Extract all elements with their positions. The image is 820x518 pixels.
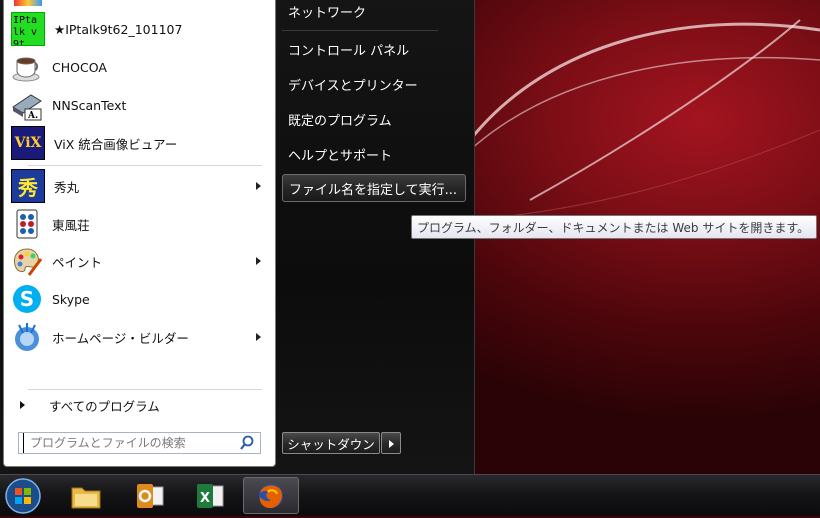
- taskbar-outlook-button[interactable]: [122, 477, 178, 514]
- all-programs-button[interactable]: すべてのプログラム: [14, 394, 264, 416]
- svg-text:S: S: [20, 287, 34, 311]
- program-item-hidemaru[interactable]: 秀 秀丸: [7, 168, 271, 204]
- submenu-arrow-icon: [256, 257, 261, 265]
- iptalk-icon: IPtalk v 9t: [11, 12, 45, 46]
- program-label: ホームページ・ビルダー: [52, 330, 189, 346]
- program-item-skype[interactable]: S Skype: [7, 281, 271, 317]
- all-programs-label: すべてのプログラム: [49, 398, 160, 414]
- program-label: NNScanText: [52, 97, 127, 113]
- network-link[interactable]: ネットワーク: [288, 2, 366, 21]
- program-list-pane: IPtalk v 9t ★IPtalk9t62_101107 CHOCOA A.…: [3, 0, 276, 467]
- hidemaru-icon: 秀: [11, 169, 45, 203]
- run-button[interactable]: ファイル名を指定して実行...: [282, 174, 466, 202]
- search-icon[interactable]: [238, 434, 256, 452]
- help-support-link[interactable]: ヘルプとサポート: [288, 145, 392, 164]
- program-label: 秀丸: [54, 179, 80, 195]
- svg-text:X: X: [200, 491, 210, 506]
- program-item-iptalk[interactable]: IPtalk v 9t ★IPtalk9t62_101107: [7, 11, 271, 47]
- search-box[interactable]: [18, 432, 261, 454]
- program-label: Skype: [52, 291, 90, 307]
- program-item-tonpuso[interactable]: 東風荘: [7, 206, 271, 242]
- program-label: ペイント: [52, 254, 103, 270]
- shutdown-button[interactable]: シャットダウン: [282, 432, 380, 454]
- run-tooltip: プログラム、フォルダー、ドキュメントまたは Web サイトを開きます。: [411, 215, 817, 239]
- right-pane-divider: [282, 30, 438, 31]
- program-label: CHOCOA: [52, 59, 107, 75]
- paint-palette-icon: [11, 245, 43, 277]
- folder-icon: [71, 487, 101, 508]
- taskbar-explorer-button[interactable]: [58, 477, 114, 514]
- start-menu: IPtalk v 9t ★IPtalk9t62_101107 CHOCOA A.…: [0, 0, 475, 474]
- taskbar-firefox-button[interactable]: [243, 477, 299, 514]
- firefox-icon: [259, 483, 283, 508]
- program-label: ViX 統合画像ビュアー: [54, 136, 178, 152]
- vix-icon: ViX: [11, 126, 45, 160]
- program-item-nnscantext[interactable]: A. NNScanText: [7, 87, 271, 123]
- default-programs-link[interactable]: 既定のプログラム: [288, 110, 392, 129]
- vix-icon-text: ViX: [14, 135, 42, 151]
- partial-program-icon: [14, 0, 42, 6]
- outlook-icon: [137, 483, 164, 508]
- taskbar-excel-button[interactable]: X: [182, 477, 238, 514]
- program-item-chocoa[interactable]: CHOCOA: [7, 49, 271, 85]
- svg-text:A.: A.: [27, 111, 38, 121]
- taskbar: X: [0, 474, 820, 516]
- all-programs-divider: [28, 389, 262, 390]
- iptalk-icon-text: IPtalk v 9t: [13, 15, 38, 46]
- scanner-icon: A.: [11, 89, 43, 121]
- hidemaru-icon-text: 秀: [18, 175, 38, 200]
- mahjong-tile-icon: [11, 208, 43, 240]
- skype-icon: S: [11, 283, 43, 315]
- program-item-homepage-builder[interactable]: ホームページ・ビルダー: [7, 319, 271, 355]
- program-list-divider: [28, 165, 262, 166]
- shutdown-options-arrow-icon[interactable]: [381, 432, 401, 454]
- program-item-vix[interactable]: ViX ViX 統合画像ビュアー: [7, 125, 271, 161]
- wallpaper-swoosh: [470, 19, 820, 221]
- excel-icon: X: [197, 483, 224, 508]
- submenu-arrow-icon: [256, 333, 261, 341]
- run-label: ファイル名を指定して実行...: [289, 182, 458, 198]
- start-orb-icon[interactable]: [4, 477, 42, 515]
- control-panel-link[interactable]: コントロール パネル: [288, 40, 409, 59]
- program-label: 東風荘: [52, 217, 90, 233]
- program-item-paint[interactable]: ペイント: [7, 243, 271, 279]
- expand-arrow-icon: [20, 401, 25, 409]
- submenu-arrow-icon: [256, 182, 261, 190]
- search-input[interactable]: [23, 433, 238, 453]
- chocoa-cup-icon: [11, 51, 43, 83]
- homepage-builder-icon: [11, 321, 43, 353]
- program-label: ★IPtalk9t62_101107: [54, 21, 183, 37]
- devices-printers-link[interactable]: デバイスとプリンター: [288, 75, 418, 94]
